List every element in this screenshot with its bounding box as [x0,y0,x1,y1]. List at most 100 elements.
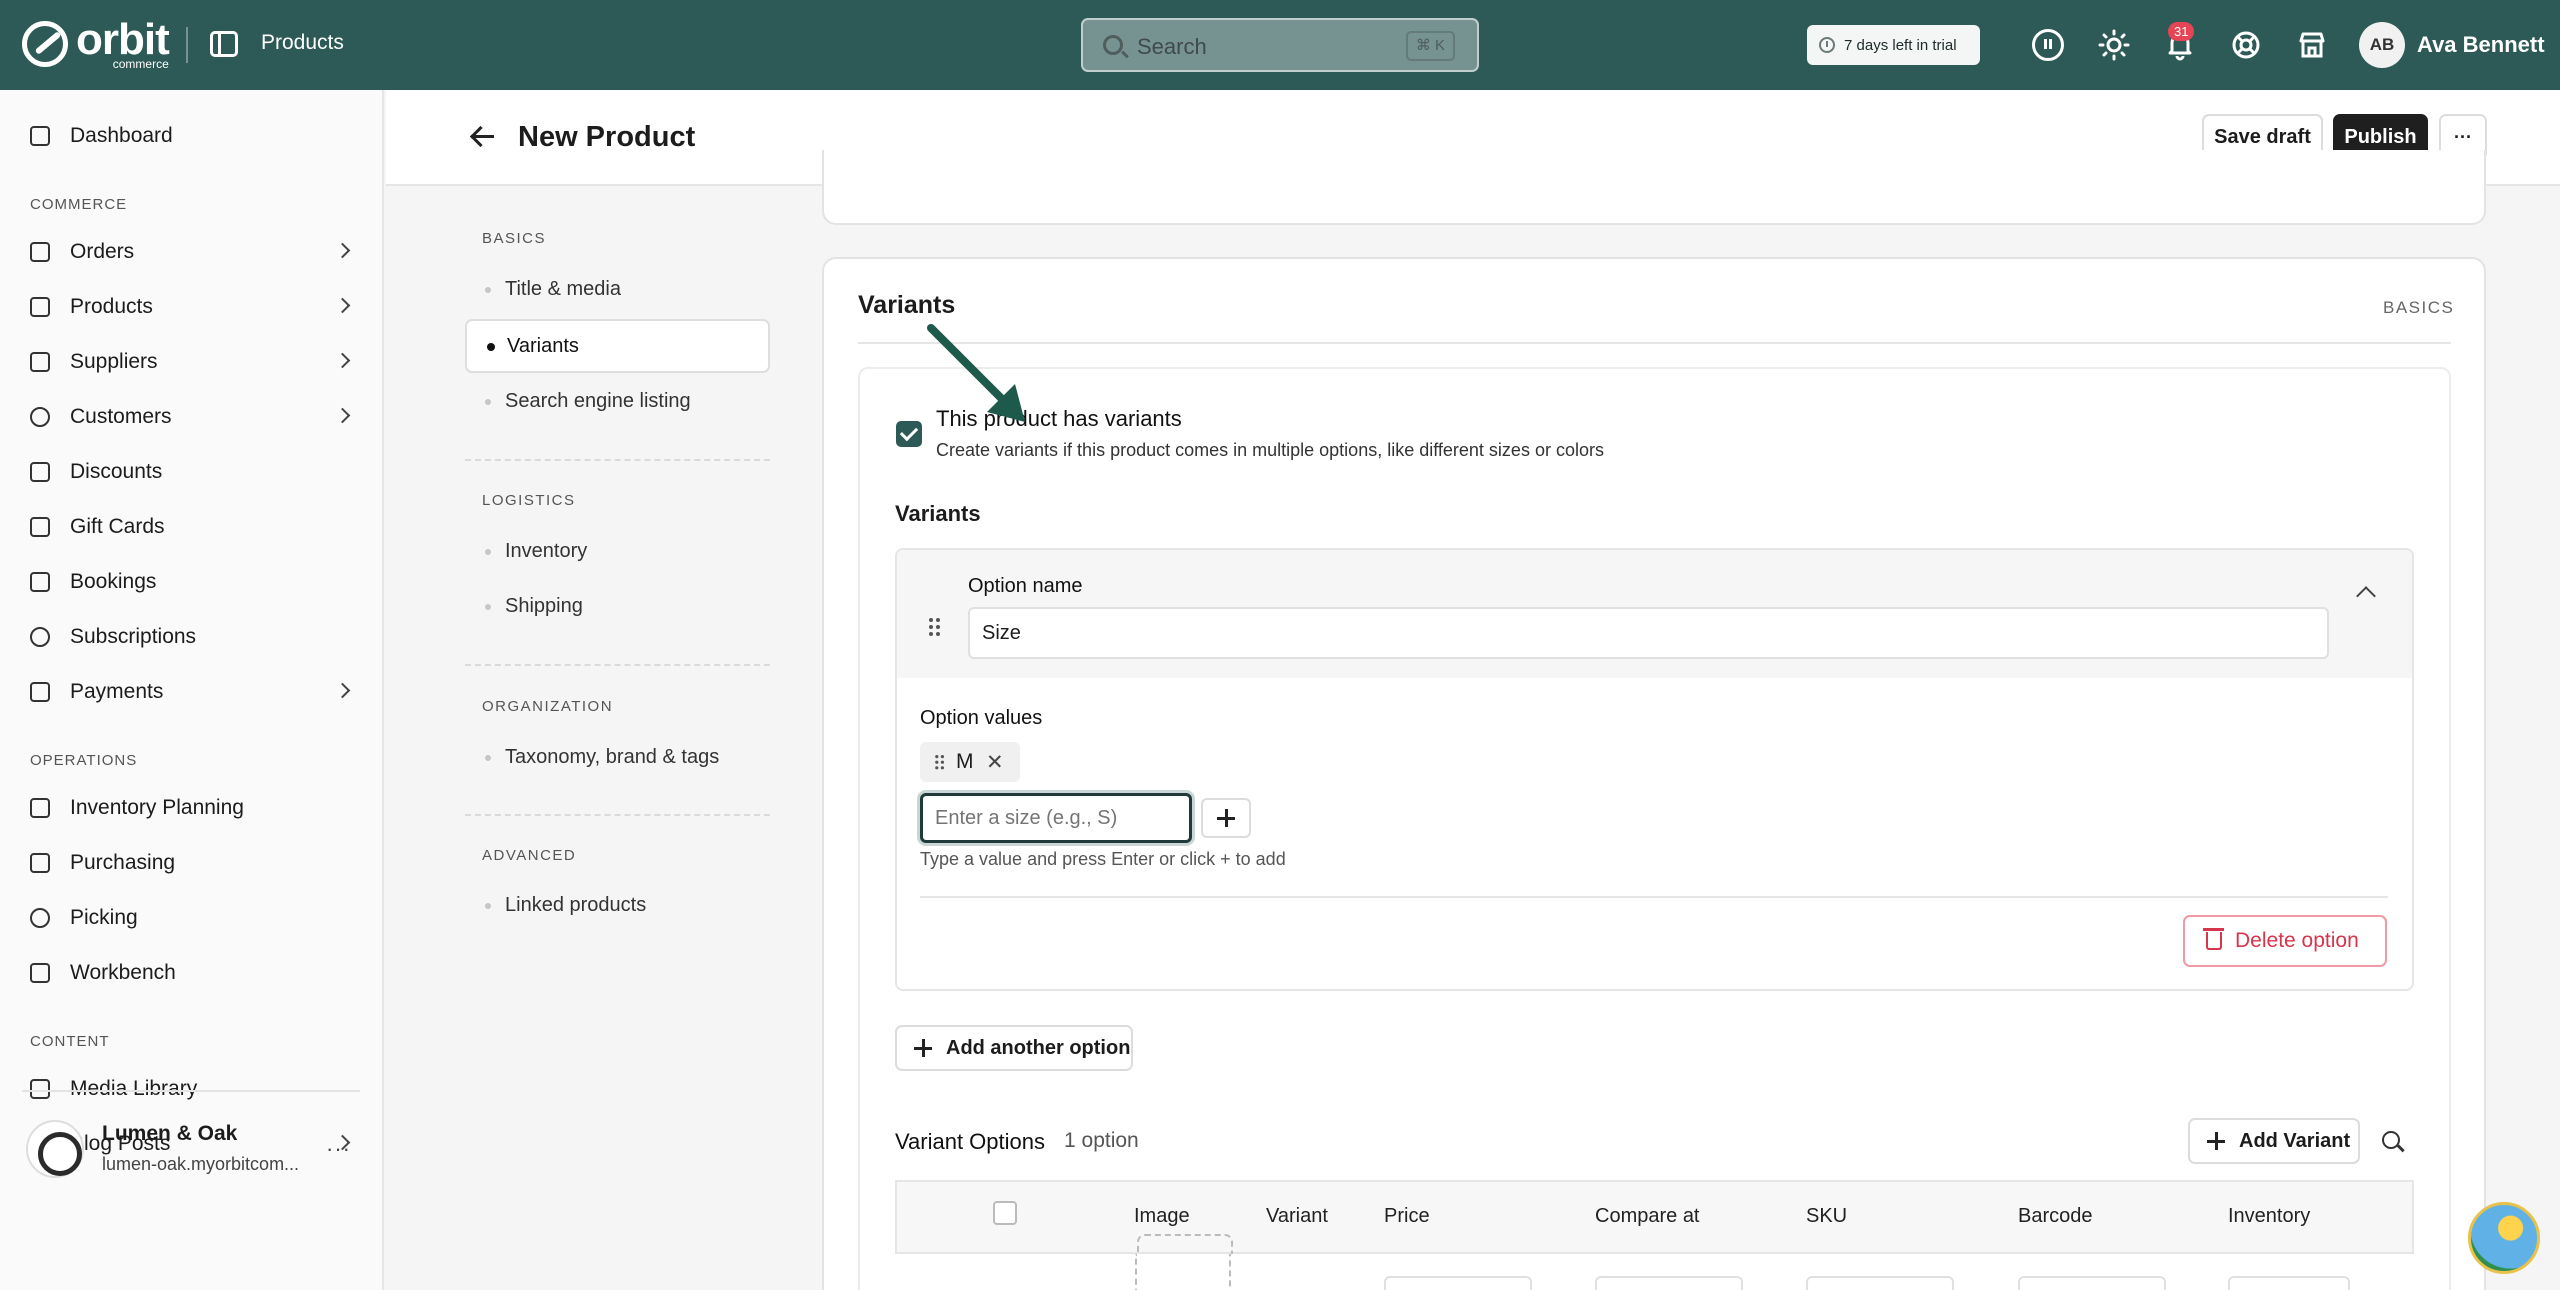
variant-image-upload[interactable] [1135,1234,1233,1290]
cart-icon [30,853,50,873]
sidebar-item-picking[interactable]: Picking [30,906,360,930]
chevron-right-icon [334,352,351,369]
store-icon[interactable] [2296,29,2328,61]
sidebar-item-workbench[interactable]: Workbench [30,961,360,985]
sidebar-item-gift-cards[interactable]: Gift Cards [30,515,360,539]
section-nav-item-title-media[interactable]: Title & media [465,262,770,316]
section-nav-item-linked-products[interactable]: Linked products [465,878,770,932]
clipboard-icon [30,798,50,818]
column-header-image: Image [1134,1205,1190,1227]
remove-value-icon[interactable]: ✕ [986,750,1004,775]
sidebar-item-label: Picking [70,906,138,929]
sidebar-item-label: Gift Cards [70,515,165,538]
column-header-variant: Variant [1266,1205,1328,1227]
section-nav-divider [465,814,770,816]
drag-handle-icon[interactable] [929,618,941,638]
plus-icon [914,1039,932,1057]
previous-section-card [822,150,2486,225]
add-variant-button[interactable]: Add Variant [2188,1118,2360,1164]
sun-icon[interactable] [2098,29,2130,61]
delete-option-button[interactable]: Delete option [2183,915,2387,967]
sidebar-item-payments[interactable]: Payments [30,680,360,704]
more-icon[interactable]: ··· [326,1136,351,1162]
info-icon[interactable] [2032,29,2064,61]
tag-icon [30,462,50,482]
store-name: Lumen & Oak [102,1122,238,1145]
trial-badge[interactable]: 7 days left in trial [1807,25,1980,65]
trash-icon [2203,928,2224,950]
sidebar-item-label: Payments [70,680,164,703]
clock-icon [1819,37,1835,53]
box-icon [30,297,50,317]
search-icon[interactable] [2382,1131,2400,1149]
sidebar-item-customers[interactable]: Customers [30,405,360,429]
select-all-checkbox[interactable] [993,1201,1017,1225]
sidebar-item-orders[interactable]: Orders [30,240,360,264]
sidebar-item-label: Inventory Planning [70,796,244,819]
card-title: Variants [858,291,956,319]
sidebar-section-content: CONTENT [30,1033,110,1050]
sidebar-toggle-icon[interactable] [210,31,238,57]
section-nav-item-shipping[interactable]: Shipping [465,579,770,633]
variant-barcode-input[interactable] [2018,1276,2166,1290]
option-value-input[interactable] [920,793,1192,843]
column-header-inventory: Inventory [2228,1205,2311,1227]
section-nav-item-taxonomy[interactable]: Taxonomy, brand & tags [465,730,770,784]
sidebar-item-label: Workbench [70,961,176,984]
add-value-button[interactable] [1201,798,1251,838]
option-name-input[interactable]: Size [968,607,2329,659]
sidebar-item-dashboard[interactable]: Dashboard [30,124,360,148]
sidebar-item-suppliers[interactable]: Suppliers [30,350,360,374]
has-variants-label[interactable]: This product has variants [936,406,1182,432]
plus-icon [2207,1132,2225,1150]
variant-price-input[interactable] [1384,1276,1532,1290]
drag-handle-icon[interactable] [935,755,945,771]
chevron-right-icon [334,407,351,424]
orbit-logo[interactable]: orbit commerce [22,18,170,70]
user-name[interactable]: Ava Bennett [2417,32,2545,58]
sidebar-item-discounts[interactable]: Discounts [30,460,360,484]
section-nav-item-variants[interactable]: Variants [465,319,770,373]
sidebar-item-products[interactable]: Products [30,295,360,319]
chevron-right-icon [334,242,351,259]
search-input[interactable]: Search ⌘ K [1081,18,1479,72]
search-icon [1103,35,1123,55]
top-bar: orbit commerce Products Search ⌘ K 7 day… [0,0,2560,90]
chevron-right-icon [334,682,351,699]
sidebar-item-label: Suppliers [70,350,158,373]
section-nav-divider [465,664,770,666]
add-another-option-button[interactable]: Add another option [895,1025,1133,1071]
store-switcher[interactable]: Lumen & Oak lumen-oak.myorbitcom... ··· [22,1090,360,1200]
orbit-logo-icon [22,21,68,67]
card-section-tag: BASICS [2383,298,2455,317]
sidebar-item-label: Discounts [70,460,163,483]
variant-inventory-input[interactable] [2228,1276,2350,1290]
back-arrow-icon[interactable] [470,125,494,149]
sidebar-item-subscriptions[interactable]: Subscriptions [30,625,360,649]
orders-icon [30,242,50,262]
store-url: lumen-oak.myorbitcom... [102,1154,300,1174]
variant-sku-input[interactable] [1806,1276,1954,1290]
credit-card-icon [30,682,50,702]
variants-subtitle: Variants [895,501,981,526]
calendar-icon [30,572,50,592]
sidebar-item-inventory-planning[interactable]: Inventory Planning [30,796,360,820]
section-nav-divider [465,459,770,461]
sidebar-item-purchasing[interactable]: Purchasing [30,851,360,875]
section-nav-item-inventory[interactable]: Inventory [465,524,770,578]
help-icon[interactable] [2230,29,2262,61]
variant-options-count: 1 option [1064,1129,1139,1152]
notification-badge: 31 [2168,22,2195,41]
assistant-launcher-button[interactable] [2468,1202,2540,1274]
refresh-icon [30,627,50,647]
has-variants-checkbox[interactable] [896,421,922,447]
section-nav-item-seo[interactable]: Search engine listing [465,374,770,428]
column-header-sku: SKU [1806,1205,1848,1227]
column-header-compare-at: Compare at [1595,1205,1700,1227]
sidebar-section-commerce: COMMERCE [30,196,128,213]
sidebar-item-bookings[interactable]: Bookings [30,570,360,594]
variant-compare-at-input[interactable] [1595,1276,1743,1290]
chevron-right-icon [334,297,351,314]
avatar[interactable]: AB [2359,22,2405,68]
dashboard-icon [30,126,50,146]
